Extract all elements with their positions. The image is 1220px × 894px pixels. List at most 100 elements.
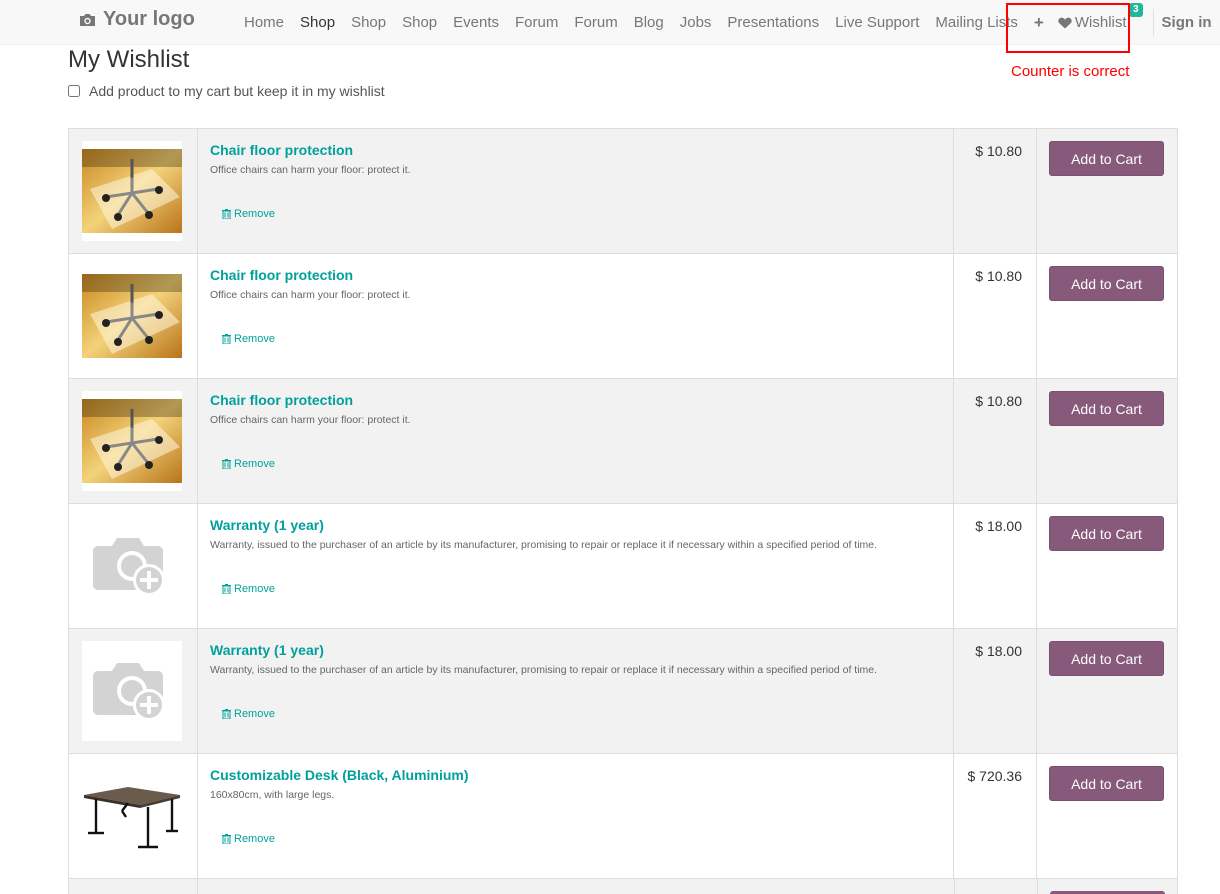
product-name-link[interactable]: Chair floor protection [210, 267, 353, 283]
chair-mat-image [82, 399, 182, 483]
wishlist-row: Customizable Desk (Black, Aluminium) 160x… [68, 753, 1178, 879]
product-name-link[interactable]: Customizable Desk (Black, Aluminium) [210, 767, 469, 783]
nav-link[interactable]: Shop [292, 14, 343, 31]
page-title: My Wishlist [68, 46, 190, 73]
trash-icon [222, 209, 231, 219]
product-thumbnail[interactable] [82, 516, 182, 616]
remove-label: Remove [234, 583, 275, 595]
product-name-link[interactable]: Warranty (1 year) [210, 642, 324, 658]
product-description: Office chairs can harm your floor: prote… [210, 164, 411, 176]
trash-icon [222, 584, 231, 594]
sign-in-link[interactable]: Sign in [1162, 14, 1212, 31]
trash-icon [222, 709, 231, 719]
nav-link[interactable]: Home [236, 14, 292, 31]
wishlist-row: Warranty (1 year) Warranty, issued to the… [68, 628, 1178, 754]
nav-link[interactable]: Jobs [672, 14, 720, 31]
keep-in-wishlist-option[interactable]: Add product to my cart but keep it in my… [68, 83, 385, 99]
wishlist-row: Chair floor protection Office chairs can … [68, 128, 1178, 254]
product-image-cell [68, 378, 198, 504]
product-price: $ 18.00 [953, 503, 1037, 629]
brand-logo[interactable]: Your logo [78, 8, 195, 31]
remove-label: Remove [234, 208, 275, 220]
product-info-cell: Warranty (1 year) Warranty, issued to the… [197, 628, 954, 754]
add-to-cart-button[interactable]: Add to Cart [1049, 516, 1164, 551]
product-name-link[interactable]: Chair floor protection [210, 392, 353, 408]
action-cell: Add to Cart [1036, 503, 1178, 629]
remove-label: Remove [234, 833, 275, 845]
product-price: $ 720.36 [953, 753, 1037, 879]
add-to-cart-button[interactable]: Add to Cart [1049, 641, 1164, 676]
trash-icon [222, 459, 231, 469]
product-thumbnail[interactable] [82, 766, 182, 866]
remove-link[interactable]: Remove [222, 708, 275, 720]
annotation-text: Counter is correct [1011, 63, 1130, 80]
product-info-cell: Customizable Desk (Black, Aluminium) 160x… [197, 753, 954, 879]
product-info-cell: Chair floor protection Office chairs can … [197, 128, 954, 254]
add-to-cart-button[interactable]: Add to Cart [1049, 266, 1164, 301]
product-image-cell [68, 253, 198, 379]
chair-mat-image [82, 149, 182, 233]
action-cell: Add to Cart [1036, 128, 1178, 254]
add-to-cart-button[interactable]: Add to Cart [1049, 766, 1164, 801]
nav-link[interactable]: Events [445, 14, 507, 31]
action-cell: Add to Cart [1036, 753, 1178, 879]
remove-label: Remove [234, 708, 275, 720]
logo-text: Your logo [103, 8, 195, 30]
product-description: Warranty, issued to the purchaser of an … [210, 539, 878, 551]
product-info-cell: Warranty (1 year) Warranty, issued to the… [197, 503, 954, 629]
wishlist-table: Chair floor protection Office chairs can … [68, 128, 1178, 879]
nav-link[interactable]: Forum [566, 14, 625, 31]
product-thumbnail[interactable] [82, 141, 182, 241]
action-cell: Add to Cart [1036, 378, 1178, 504]
wishlist-count-badge: 3 [1128, 3, 1143, 17]
remove-link[interactable]: Remove [222, 208, 275, 220]
product-name-link[interactable]: Chair floor protection [210, 142, 353, 158]
wishlist-row: Chair floor protection Office chairs can … [68, 378, 1178, 504]
nav-divider [1152, 9, 1154, 36]
product-price: $ 18.00 [953, 628, 1037, 754]
action-cell: Add to Cart [1036, 253, 1178, 379]
wishlist-row: Chair floor protection Office chairs can … [68, 253, 1178, 379]
product-price: $ 10.80 [953, 253, 1037, 379]
keep-in-wishlist-checkbox[interactable] [68, 85, 80, 97]
nav-link[interactable]: Shop [394, 14, 445, 31]
nav-link[interactable]: Shop [343, 14, 394, 31]
nav-link[interactable]: Forum [507, 14, 566, 31]
product-image-cell [68, 753, 198, 879]
product-price: $ 10.80 [953, 378, 1037, 504]
product-info-cell: Chair floor protection Office chairs can … [197, 378, 954, 504]
remove-label: Remove [234, 458, 275, 470]
keep-in-wishlist-label: Add product to my cart but keep it in my… [89, 83, 385, 99]
product-price: $ 10.80 [953, 128, 1037, 254]
product-name-link[interactable]: Warranty (1 year) [210, 517, 324, 533]
product-info-cell: Chair floor protection Office chairs can … [197, 253, 954, 379]
nav-link[interactable]: Presentations [719, 14, 827, 31]
remove-link[interactable]: Remove [222, 583, 275, 595]
remove-link[interactable]: Remove [222, 333, 275, 345]
product-description: Office chairs can harm your floor: prote… [210, 289, 411, 301]
trash-icon [222, 834, 231, 844]
chair-mat-image [82, 274, 182, 358]
desk-image [84, 787, 180, 849]
product-thumbnail[interactable] [82, 641, 182, 741]
product-description: Warranty, issued to the purchaser of an … [210, 664, 878, 676]
product-description: Office chairs can harm your floor: prote… [210, 414, 411, 426]
remove-link[interactable]: Remove [222, 458, 275, 470]
add-to-cart-button[interactable]: Add to Cart [1049, 141, 1164, 176]
wishlist-row: Warranty (1 year) Warranty, issued to the… [68, 503, 1178, 629]
camera-plus-icon [93, 663, 165, 721]
camera-plus-icon [93, 538, 165, 596]
product-image-cell [68, 503, 198, 629]
product-image-cell [68, 628, 198, 754]
trash-icon [222, 334, 231, 344]
action-cell: Add to Cart [1036, 628, 1178, 754]
nav-link[interactable]: Blog [626, 14, 672, 31]
annotation-box [1006, 3, 1130, 53]
product-image-cell [68, 128, 198, 254]
nav-link[interactable]: Live Support [827, 14, 927, 31]
add-to-cart-button[interactable]: Add to Cart [1049, 391, 1164, 426]
remove-link[interactable]: Remove [222, 833, 275, 845]
next-row-partial [68, 878, 1178, 894]
product-thumbnail[interactable] [82, 266, 182, 366]
product-thumbnail[interactable] [82, 391, 182, 491]
